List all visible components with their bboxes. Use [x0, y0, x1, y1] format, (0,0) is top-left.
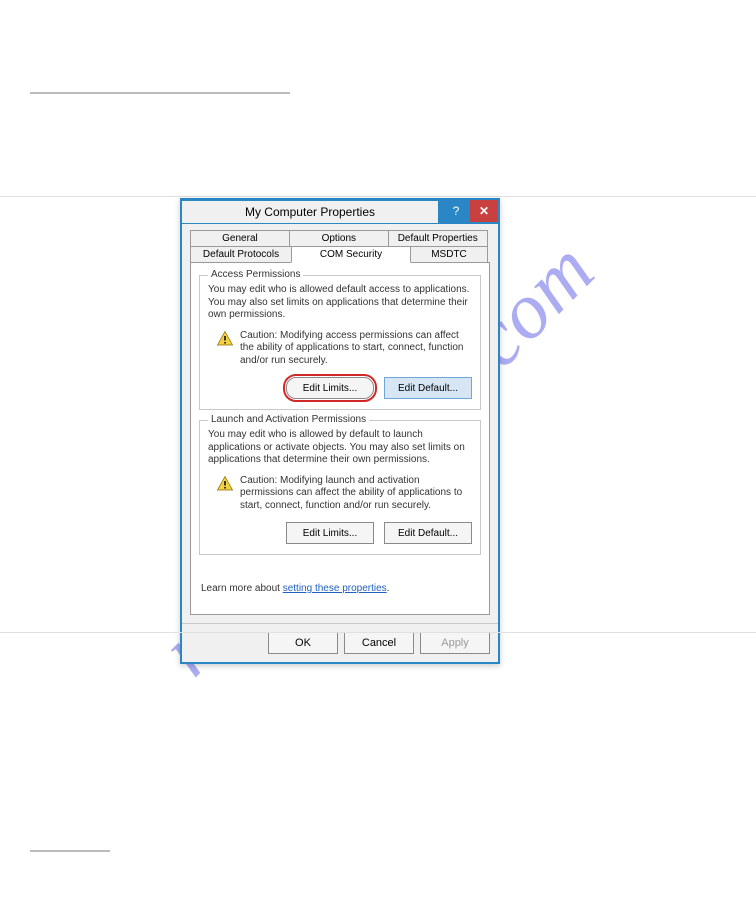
apply-button[interactable]: Apply	[420, 632, 490, 654]
group-access-permissions: Access Permissions You may edit who is a…	[199, 275, 481, 410]
access-caution-text: Caution: Modifying access permissions ca…	[240, 330, 472, 368]
dialog-button-row: OK Cancel Apply	[182, 623, 498, 662]
cancel-button[interactable]: Cancel	[344, 632, 414, 654]
tab-general[interactable]: General	[190, 230, 290, 247]
launch-edit-limits-button[interactable]: Edit Limits...	[286, 522, 374, 544]
close-icon: ✕	[479, 204, 489, 218]
launch-caution-text: Caution: Modifying launch and activation…	[240, 475, 472, 513]
launch-caution: Caution: Modifying launch and activation…	[216, 475, 472, 513]
warning-icon	[216, 330, 234, 348]
close-button[interactable]: ✕	[470, 200, 498, 222]
launch-edit-default-button[interactable]: Edit Default...	[384, 522, 472, 544]
titlebar: My Computer Properties ? ✕	[182, 200, 498, 224]
group-launch-permissions: Launch and Activation Permissions You ma…	[199, 420, 481, 555]
header-rule	[30, 92, 290, 94]
tabs-row-2: Default Protocols COM Security MSDTC	[190, 246, 490, 262]
warning-icon	[216, 475, 234, 493]
group-legend-access: Access Permissions	[208, 269, 303, 280]
learn-more-prefix: Learn more about	[201, 583, 283, 594]
tab-default-protocols[interactable]: Default Protocols	[190, 246, 292, 263]
dialog-body: General Options Default Properties Defau…	[182, 224, 498, 623]
footer-rule	[30, 850, 110, 852]
tab-options[interactable]: Options	[289, 230, 389, 247]
learn-more: Learn more about setting these propertie…	[201, 583, 481, 594]
access-caution: Caution: Modifying access permissions ca…	[216, 330, 472, 368]
tab-com-security[interactable]: COM Security	[291, 246, 411, 263]
tab-msdtc[interactable]: MSDTC	[410, 246, 488, 263]
properties-dialog: My Computer Properties ? ✕ General Optio…	[180, 198, 500, 664]
access-edit-default-button[interactable]: Edit Default...	[384, 377, 472, 399]
access-edit-limits-button[interactable]: Edit Limits...	[286, 377, 374, 399]
learn-more-link[interactable]: setting these properties	[283, 583, 387, 594]
tab-panel-com-security: Access Permissions You may edit who is a…	[190, 262, 490, 615]
launch-description: You may edit who is allowed by default t…	[208, 429, 472, 467]
divider	[0, 632, 756, 633]
tabs-row-1: General Options Default Properties	[190, 230, 490, 246]
group-legend-launch: Launch and Activation Permissions	[208, 414, 369, 425]
help-button[interactable]: ?	[442, 200, 470, 222]
access-description: You may edit who is allowed default acce…	[208, 284, 472, 322]
divider	[0, 196, 756, 197]
tab-default-properties[interactable]: Default Properties	[388, 230, 488, 247]
dialog-title: My Computer Properties	[182, 201, 438, 223]
ok-button[interactable]: OK	[268, 632, 338, 654]
